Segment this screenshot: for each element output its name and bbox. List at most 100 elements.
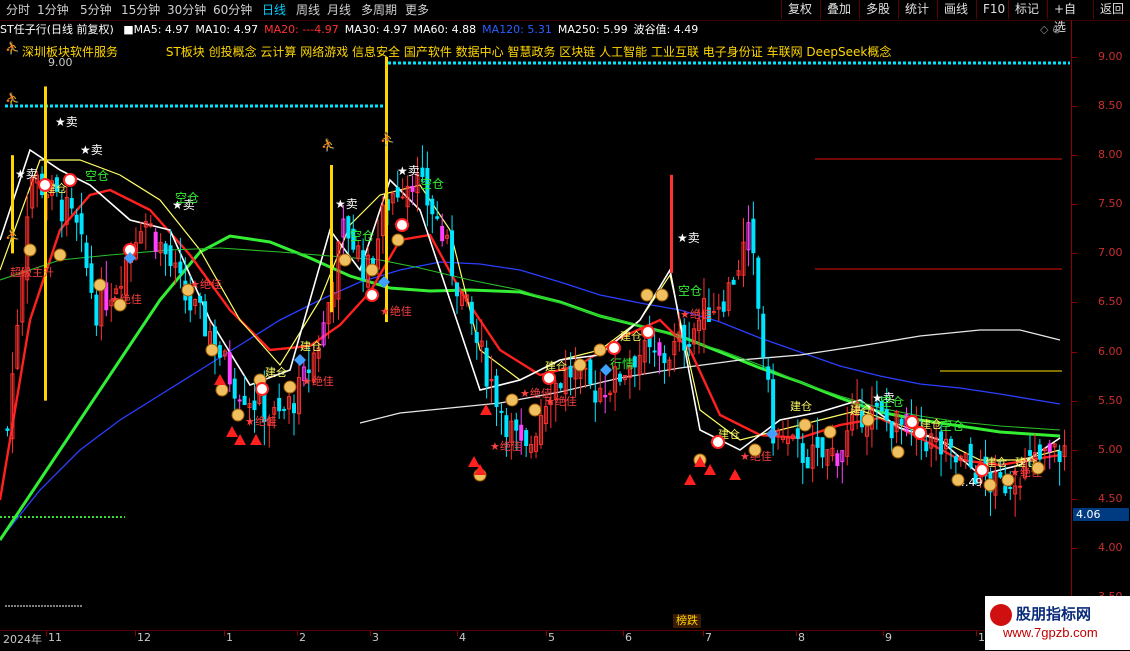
candle-body (450, 230, 455, 277)
empty-signal: 空仓 (940, 419, 964, 433)
candle-body (761, 313, 766, 358)
candle-body (593, 390, 598, 403)
candle-body (998, 472, 1003, 478)
candle-body (420, 167, 425, 177)
money-bag-icon (231, 408, 245, 422)
period-tab-7[interactable]: 周线 (296, 2, 320, 18)
money-bag-icon (283, 380, 297, 394)
candle-body (682, 324, 687, 351)
toolbar-button-2[interactable]: 多股 (859, 0, 898, 19)
candle-body (948, 438, 953, 448)
toolbar-button-8[interactable]: 返回 (1093, 0, 1130, 19)
build-signal: 建仓 (545, 359, 567, 373)
y-tick-label: 4.50 (1098, 491, 1123, 505)
candle-body (94, 294, 99, 326)
x-tick-label: 7 (705, 631, 712, 644)
x-tick-label: 5 (548, 631, 555, 644)
buy-plus-icon (905, 415, 919, 429)
candle-body (178, 261, 183, 274)
y-tick-mark (1072, 498, 1077, 500)
candle-body (1057, 450, 1062, 462)
best-signal: ★绝佳 (190, 277, 222, 291)
build-signal: 建仓 (985, 455, 1007, 469)
period-tab-6[interactable]: 日线 (262, 2, 286, 18)
candle-body (657, 342, 662, 356)
x-tick-label: 2024年 (3, 633, 42, 646)
sell-signal: ★卖 (55, 115, 78, 129)
money-bag-icon (338, 253, 352, 267)
money-bag-icon (528, 403, 542, 417)
money-bag-icon (640, 288, 654, 302)
period-tab-4[interactable]: 30分钟 (167, 2, 206, 18)
buy-triangle-icon (226, 426, 238, 437)
best-signal: ★绝佳 (490, 439, 522, 453)
candle-body (69, 197, 74, 209)
toolbar-button-0[interactable]: 复权 (781, 0, 820, 19)
y-tick-label: 8.50 (1098, 99, 1123, 113)
x-tick-mark (546, 631, 547, 636)
buy-triangle-icon (250, 434, 262, 445)
candle-body (474, 332, 479, 343)
y-tick-mark (1072, 547, 1077, 549)
candle-body (766, 366, 771, 380)
period-tab-9[interactable]: 多周期 (361, 2, 397, 18)
build-signal: 建仓 (265, 365, 287, 379)
empty-signal: 空仓 (678, 284, 702, 298)
buy-plus-icon (542, 371, 556, 385)
money-bag-icon (113, 298, 127, 312)
y-tick-mark (1072, 57, 1077, 58)
candle-body (153, 231, 158, 253)
candle-body (800, 443, 805, 464)
period-tab-2[interactable]: 5分钟 (80, 2, 112, 18)
sell-signal: ★卖 (80, 143, 103, 157)
y-tick-label: 7.50 (1098, 197, 1123, 211)
candle-body (721, 301, 726, 312)
toolbar-button-4[interactable]: 画线 (937, 0, 976, 19)
money-bag-icon (93, 278, 107, 292)
toolbar-button-5[interactable]: F10 (976, 0, 1008, 19)
price-axis: 9.00 8.50 8.00 7.50 7.00 6.50 6.00 5.50 5.00 4.50… (1071, 20, 1130, 630)
period-tab-10[interactable]: 更多 (405, 2, 429, 18)
x-tick-mark (46, 631, 47, 636)
toolbar-button-7[interactable]: +自选 (1047, 0, 1093, 34)
candle-body (454, 282, 459, 297)
buy-triangle-icon (480, 404, 492, 415)
toolbar-button-6[interactable]: 标记 (1008, 0, 1047, 19)
candle-body (835, 453, 840, 466)
candle-body (252, 400, 257, 411)
x-tick-label: 12 (137, 631, 151, 644)
candle-body (1047, 443, 1052, 453)
money-bag-icon (823, 425, 837, 439)
watermark-title: 股朋指标网 (1016, 605, 1092, 623)
candlestick-chart[interactable]: ★卖★卖★卖★卖 ★卖★卖★卖★卖建仓建仓建仓建仓建仓建仓建仓 建仓建仓建仓 建仓空仓… (0, 20, 1070, 630)
period-tab-8[interactable]: 月线 (327, 2, 351, 18)
period-tab-0[interactable]: 分时 (6, 2, 30, 18)
candle-body (361, 250, 366, 280)
super-rise-label: 超级主升 (10, 265, 54, 279)
toolbar-button-1[interactable]: 叠加 (820, 0, 859, 19)
money-bag-icon (53, 248, 67, 262)
buy-plus-icon (395, 218, 409, 232)
bangdie-marker: 榜跌 (673, 614, 701, 628)
x-tick-mark (297, 631, 298, 636)
money-bag-icon (365, 263, 379, 277)
candle-body (282, 408, 287, 411)
period-tab-3[interactable]: 15分钟 (121, 2, 160, 18)
period-tab-1[interactable]: 1分钟 (37, 2, 69, 18)
toolbar-button-3[interactable]: 统计 (898, 0, 937, 19)
empty-signal: 空仓 (420, 177, 444, 191)
x-tick-mark (224, 631, 225, 636)
candle-body (395, 187, 400, 198)
money-bag-icon (1031, 461, 1045, 475)
sell-signal: ★卖 (15, 167, 38, 181)
buy-triangle-icon (214, 374, 226, 385)
spike-candle (330, 165, 333, 313)
x-tick-label: 3 (372, 631, 379, 644)
y-tick-label: 6.00 (1098, 344, 1123, 358)
spike-candle (44, 86, 47, 401)
candle-body (469, 301, 474, 324)
buy-triangle-icon (704, 464, 716, 475)
candle-body (163, 243, 168, 255)
period-tab-5[interactable]: 60分钟 (213, 2, 252, 18)
candle-body (514, 419, 519, 431)
